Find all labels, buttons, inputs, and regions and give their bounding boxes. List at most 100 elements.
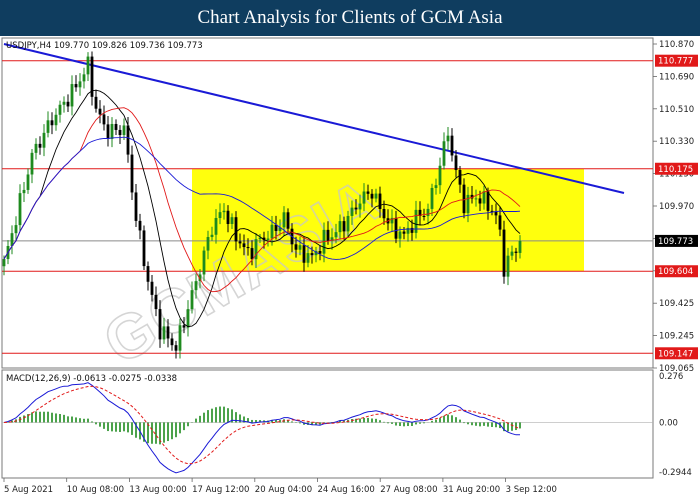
candle-body: [34, 143, 38, 153]
candle-body: [214, 218, 218, 235]
candle-body: [118, 129, 122, 136]
candle-body: [122, 125, 126, 136]
candle-body: [250, 248, 254, 260]
price-tick-label: 110.330: [659, 137, 694, 147]
candle-body: [182, 325, 186, 328]
time-tick-label: 5 Aug 2021: [4, 485, 53, 495]
candle-body: [462, 184, 466, 214]
candle-body: [374, 193, 378, 199]
candle-body: [266, 238, 270, 240]
candle-body: [310, 253, 314, 256]
candle-body: [422, 215, 426, 217]
candle-body: [354, 207, 358, 210]
candle-body: [158, 309, 162, 340]
chart-header: Chart Analysis for Clients of GCM Asia: [0, 0, 700, 36]
candle-body: [22, 189, 26, 194]
level-price-label: 109.147: [658, 349, 693, 359]
candle-body: [14, 225, 18, 234]
candle-body: [234, 217, 238, 242]
candle-body: [502, 229, 506, 277]
current-price-label: 109.773: [658, 237, 693, 247]
candle-body: [50, 120, 54, 126]
candle-body: [446, 135, 450, 142]
candle-body: [350, 207, 354, 216]
time-tick-label: 20 Aug 04:00: [255, 485, 312, 495]
price-tick-label: 109.245: [659, 332, 694, 342]
candle-body: [302, 245, 306, 263]
candle-body: [382, 208, 386, 219]
price-tick-label: 110.870: [659, 40, 694, 50]
candle-body: [206, 237, 210, 251]
level-price-label: 110.777: [658, 57, 693, 67]
candle-body: [238, 241, 242, 244]
candle-body: [450, 135, 454, 156]
candle-body: [426, 208, 430, 217]
candle-body: [482, 191, 486, 204]
candle-body: [466, 194, 470, 214]
candle-body: [402, 231, 406, 234]
candle-body: [474, 198, 478, 200]
macd-tick-label: -0.2944: [659, 468, 692, 478]
time-tick-label: 31 Aug 20:00: [443, 485, 500, 495]
candle-body: [230, 217, 234, 225]
macd-tick-label: 0.276: [659, 372, 683, 382]
candle-body: [514, 251, 518, 253]
candle-body: [430, 187, 434, 209]
candle-body: [378, 193, 382, 209]
candle-body: [2, 259, 6, 267]
candle-body: [298, 245, 302, 250]
candle-body: [518, 240, 522, 253]
candle-body: [458, 170, 462, 185]
time-tick-label: 10 Aug 08:00: [67, 485, 124, 495]
candle-body: [442, 141, 446, 166]
candle-body: [102, 114, 106, 125]
candle-body: [82, 74, 86, 82]
candle-body: [162, 326, 166, 340]
candle-body: [114, 123, 118, 130]
candle-body: [366, 191, 370, 194]
candle-body: [454, 155, 458, 171]
candle-body: [94, 96, 98, 109]
candle-body: [294, 244, 298, 250]
candle-body: [222, 210, 226, 213]
candle-body: [334, 232, 338, 238]
candle-body: [506, 255, 510, 277]
candle-body: [226, 210, 230, 225]
price-tick-label: 110.510: [659, 105, 694, 115]
trading-chart: GCMASIA 110.870110.690110.510110.330110.…: [1, 37, 698, 495]
candle-body: [154, 294, 158, 310]
price-tick-label: 110.690: [659, 72, 694, 82]
candle-body: [138, 220, 142, 231]
time-tick-label: 17 Aug 12:00: [192, 485, 249, 495]
candle-body: [130, 154, 134, 193]
candle-body: [126, 125, 130, 155]
candle-body: [174, 345, 178, 351]
candle-body: [42, 132, 46, 148]
candle-body: [478, 198, 482, 204]
candle-body: [194, 281, 198, 291]
candle-body: [270, 224, 274, 239]
candle-body: [338, 221, 342, 233]
candle-body: [318, 251, 322, 254]
candle-body: [370, 193, 374, 199]
candle-body: [178, 325, 182, 351]
candle-body: [98, 108, 102, 115]
candle-body: [166, 326, 170, 339]
candle-body: [38, 143, 42, 148]
time-tick-label: 3 Sep 12:00: [506, 485, 557, 495]
candle-body: [30, 152, 34, 175]
level-price-label: 109.604: [658, 267, 693, 277]
candle-body: [498, 215, 502, 230]
time-tick-label: 13 Aug 00:00: [129, 485, 186, 495]
candle-body: [306, 253, 310, 263]
candle-body: [190, 290, 194, 310]
candle-body: [66, 101, 70, 107]
candle-body: [358, 203, 362, 210]
chart-title: Chart Analysis for Clients of GCM Asia: [197, 7, 503, 28]
candle-body: [362, 191, 366, 204]
macd-label: MACD(12,26,9) -0.0613 -0.0275 -0.0338: [6, 374, 177, 384]
time-tick-label: 24 Aug 16:00: [318, 485, 375, 495]
candle-body: [54, 114, 58, 126]
candle-body: [242, 243, 246, 248]
candle-body: [150, 281, 154, 295]
